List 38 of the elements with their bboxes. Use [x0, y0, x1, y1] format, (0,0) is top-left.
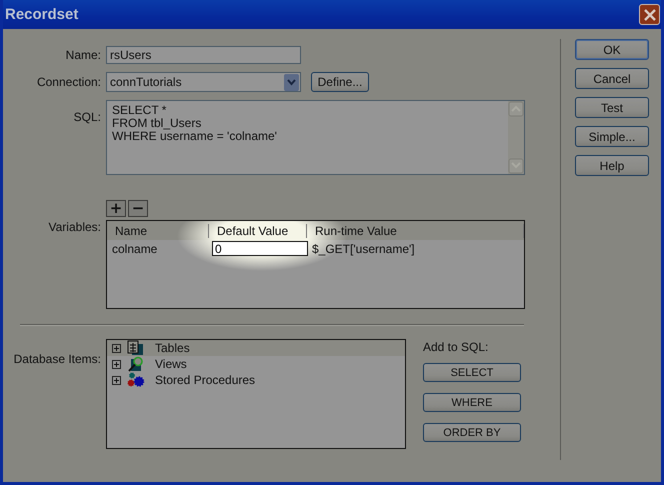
tree-item[interactable]: Tables — [107, 340, 405, 356]
gears-icon — [127, 372, 145, 388]
close-icon — [644, 8, 656, 20]
column-header[interactable]: Run-time Value — [307, 224, 524, 238]
database-items-label: Database Items: — [12, 351, 102, 366]
dialog-button[interactable]: Simple... — [575, 126, 649, 147]
table-cell-text: $_GET['username'] — [311, 242, 416, 256]
sql-label: SQL: — [72, 109, 102, 124]
dialog-button[interactable]: Cancel — [575, 68, 649, 89]
dialog-button[interactable]: OK — [575, 39, 649, 60]
name-label: Name: — [64, 48, 102, 62]
column-header[interactable]: Default Value — [209, 224, 307, 238]
tree-item[interactable]: Stored Procedures — [107, 372, 405, 388]
variables-label: Variables: — [48, 220, 102, 234]
sql-text-area[interactable]: SELECT * FROM tbl_Users WHERE username = 'colname' — [106, 100, 525, 175]
add-to-sql-button[interactable]: WHERE — [423, 393, 521, 412]
dialog-button[interactable]: Help — [575, 155, 649, 176]
add-to-sql-button[interactable]: ORDER BY — [423, 423, 521, 442]
magnifier-icon — [127, 356, 145, 372]
window-title: Recordset — [5, 6, 78, 23]
column-header[interactable]: Name — [107, 224, 209, 238]
add-to-sql-label: Add to SQL: — [423, 340, 490, 354]
expand-icon[interactable] — [112, 344, 121, 352]
define-button[interactable]: Define... — [311, 72, 369, 92]
connection-dropdown[interactable]: connTutorials — [106, 72, 301, 92]
remove-variable-button[interactable]: − — [128, 200, 148, 217]
table-cell-text: colname — [111, 242, 158, 256]
add-variable-button[interactable]: + — [106, 200, 126, 217]
tree-item[interactable]: Views — [107, 356, 405, 372]
scrollbar[interactable] — [508, 101, 524, 174]
dialog-button[interactable]: Test — [575, 97, 649, 118]
default-value-field[interactable]: 0 — [212, 241, 308, 256]
close-button[interactable] — [639, 4, 660, 25]
add-to-sql-button[interactable]: SELECT — [423, 363, 521, 382]
connection-label: Connection: — [36, 75, 102, 89]
name-field[interactable]: rsUsers — [106, 46, 301, 64]
expand-icon[interactable] — [112, 360, 121, 368]
expand-icon[interactable] — [112, 376, 121, 384]
